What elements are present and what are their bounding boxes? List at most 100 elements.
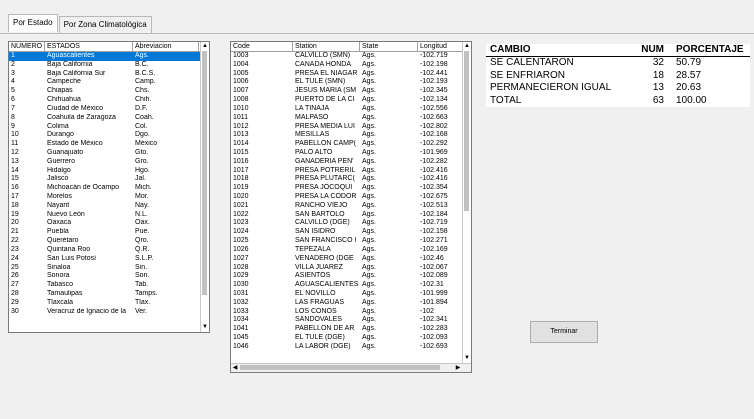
station-row[interactable]: 1018 PRESA PLUTARC(Ags. -102.416 bbox=[231, 175, 471, 184]
state-row[interactable]: 7 Ciudad de México D.F. bbox=[9, 105, 209, 114]
station-row[interactable]: 1046 LA LABOR (DGE) Ags. -102.693 bbox=[231, 343, 471, 352]
station-row[interactable]: 1003 CALVILLO (SMN) Ags. -102.719 bbox=[231, 52, 471, 61]
scroll-up-arrow-icon[interactable]: ▲ bbox=[201, 42, 209, 50]
state-row[interactable]: 17 Morelos Mor. bbox=[9, 193, 209, 202]
state-row[interactable]: 25 Sinaloa Sin. bbox=[9, 264, 209, 273]
state-row[interactable]: 14 Hidalgo Hgo. bbox=[9, 167, 209, 176]
state-row[interactable]: 26 Sonora Son. bbox=[9, 272, 209, 281]
station-row[interactable]: 1016 GANADERIA PEÑ' Ags. -102.282 bbox=[231, 158, 471, 167]
station-row[interactable]: 1025 SAN FRANCISCO I Ags. -102.271 bbox=[231, 237, 471, 246]
station-row[interactable]: 1010 LA TINAJA Ags. -102.556 bbox=[231, 105, 471, 114]
states-vertical-scrollbar[interactable]: ▲ ▼ bbox=[200, 42, 209, 332]
station-row[interactable]: 1028 VILLA JUAREZ Ags. -102.067 bbox=[231, 264, 471, 273]
scroll-down-arrow-icon[interactable]: ▼ bbox=[201, 323, 209, 331]
state-cell: Nuevo León bbox=[47, 210, 85, 218]
station-row[interactable]: 1022 SAN BARTOLO Ags. -102.184 bbox=[231, 211, 471, 220]
state-row[interactable]: 30 Veracruz de Ignacio de la Ver. bbox=[9, 308, 209, 317]
station-row[interactable]: 1041 PABELLON DE AR Ags. -102.283 bbox=[231, 325, 471, 334]
station-row[interactable]: 1026 TEPEZALA Ags. -102.169 bbox=[231, 246, 471, 255]
state-row[interactable]: 20 Oaxaca Oax. bbox=[9, 219, 209, 228]
station-row[interactable]: 1033 LOS CONOS Ags. -102 bbox=[231, 308, 471, 317]
state-row[interactable]: 4 Campeche Camp. bbox=[9, 78, 209, 87]
station-row[interactable]: 1031 EL NOVILLO Ags. -101.999 bbox=[231, 290, 471, 299]
scroll-down-arrow-icon[interactable]: ▼ bbox=[463, 354, 471, 362]
column-header-station[interactable]: Station bbox=[293, 42, 360, 51]
state-cell: México bbox=[135, 140, 158, 148]
tab-por-zona-climatologica[interactable]: Por Zona Climatológica bbox=[58, 16, 152, 33]
state-cell: 7 bbox=[11, 104, 15, 112]
state-row[interactable]: 18 Nayarit Nay. bbox=[9, 202, 209, 211]
state-row[interactable]: 16 Michoacán de Ocampo Mich. bbox=[9, 184, 209, 193]
station-row[interactable]: 1005 PRESA EL NIAGAR Ags. -102.441 bbox=[231, 70, 471, 79]
station-row[interactable]: 1011 MALPASO Ags. -102.663 bbox=[231, 114, 471, 123]
station-cell: LAS FRAGUAS bbox=[295, 298, 345, 306]
station-row[interactable]: 1004 CAÑADA HONDA Ags. -102.198 bbox=[231, 61, 471, 70]
state-row[interactable]: 22 Querétaro Qro. bbox=[9, 237, 209, 246]
state-row[interactable]: 24 San Luis Potosí S.L.P. bbox=[9, 255, 209, 264]
state-row[interactable]: 15 Jalisco Jal. bbox=[9, 175, 209, 184]
station-row[interactable]: 1017 PRESA POTRERIL Ags. -102.416 bbox=[231, 167, 471, 176]
state-row[interactable]: 6 Chihuahua Chih. bbox=[9, 96, 209, 105]
state-cell: Nay. bbox=[135, 201, 149, 209]
state-row[interactable]: 23 Quintana Roo Q.R. bbox=[9, 246, 209, 255]
state-row[interactable]: 10 Durango Dgo. bbox=[9, 131, 209, 140]
state-row[interactable]: 28 Tamaulipas Tamps. bbox=[9, 290, 209, 299]
station-row[interactable]: 1045 EL TULE (DGE) Ags. -102.093 bbox=[231, 334, 471, 343]
stations-vertical-scrollbar[interactable]: ▲ ▼ bbox=[462, 42, 471, 363]
station-cell: Ags. bbox=[362, 298, 377, 306]
column-header-estados[interactable]: ESTADOS bbox=[45, 42, 133, 51]
station-row[interactable]: 1030 AGUASCALIENTES Ags. -102.31 bbox=[231, 281, 471, 290]
summary-num: 18 bbox=[652, 69, 664, 81]
column-header-state[interactable]: State bbox=[360, 42, 418, 51]
station-row[interactable]: 1032 LAS FRAGUAS Ags. -101.894 bbox=[231, 299, 471, 308]
station-row[interactable]: 1034 SANDOVALES Ags. -102.341 bbox=[231, 316, 471, 325]
state-row[interactable]: 8 Coahuila de Zaragoza Coah. bbox=[9, 114, 209, 123]
station-cell: -102.31 bbox=[420, 281, 444, 289]
state-row[interactable]: 3 Baja California Sur B.C.S. bbox=[9, 70, 209, 79]
scrollbar-thumb[interactable] bbox=[202, 51, 207, 295]
station-row[interactable]: 1019 PRESA JOCOQUI Ags. -102.354 bbox=[231, 184, 471, 193]
station-row[interactable]: 1007 JESUS MARIA (SM Ags. -102.345 bbox=[231, 87, 471, 96]
stations-listbox[interactable]: Code Station State Longitud 1003 CALVILLO… bbox=[230, 41, 472, 373]
station-row[interactable]: 1006 EL TULE (SMN) Ags. -102.193 bbox=[231, 78, 471, 87]
scrollbar-thumb[interactable] bbox=[464, 51, 469, 211]
state-row[interactable]: 13 Guerrero Gro. bbox=[9, 158, 209, 167]
station-cell: RANCHO VIEJO bbox=[295, 201, 348, 209]
state-row[interactable]: 1 Aguascalientes Ags. bbox=[9, 52, 209, 61]
scrollbar-thumb[interactable] bbox=[240, 365, 440, 370]
state-row[interactable]: 12 Guanajuato Gto. bbox=[9, 149, 209, 158]
state-row[interactable]: 2 Baja California B.C. bbox=[9, 61, 209, 70]
station-row[interactable]: 1020 PRESA LA CODOR Ags. -102.675 bbox=[231, 193, 471, 202]
column-header-code[interactable]: Code bbox=[231, 42, 293, 51]
station-row[interactable]: 1029 ASIENTOS Ags. -102.089 bbox=[231, 272, 471, 281]
station-row[interactable]: 1024 SAN ISIDRO Ags. -102.158 bbox=[231, 228, 471, 237]
station-cell: -102 bbox=[420, 307, 435, 315]
station-row[interactable]: 1008 PUERTO DE LA CI Ags. -102.134 bbox=[231, 96, 471, 105]
state-row[interactable]: 19 Nuevo León N.L. bbox=[9, 211, 209, 220]
station-row[interactable]: 1023 CALVILLO (DGE) Ags. -102.719 bbox=[231, 219, 471, 228]
state-row[interactable]: 21 Puebla Pue. bbox=[9, 228, 209, 237]
station-cell: 1045 bbox=[233, 334, 249, 341]
station-row[interactable]: 1027 VENADERO (DGE Ags. -102.46 bbox=[231, 255, 471, 264]
tab-por-estado[interactable]: Por Estado bbox=[8, 14, 58, 32]
state-row[interactable]: 29 Tlaxcala Tlax. bbox=[9, 299, 209, 308]
state-row[interactable]: 9 Colima Col. bbox=[9, 123, 209, 132]
state-cell: Mich. bbox=[135, 184, 152, 192]
state-row[interactable]: 27 Tabasco Tab. bbox=[9, 281, 209, 290]
scroll-right-arrow-icon[interactable]: ▶ bbox=[454, 364, 462, 372]
station-row[interactable]: 1015 PALO ALTO Ags. -101.969 bbox=[231, 149, 471, 158]
column-header-longitud[interactable]: Longitud bbox=[418, 42, 463, 51]
scroll-left-arrow-icon[interactable]: ◀ bbox=[231, 364, 239, 372]
station-row[interactable]: 1012 PRESA MEDIA LUI Ags. -102.802 bbox=[231, 123, 471, 132]
state-row[interactable]: 11 Estado de México México bbox=[9, 140, 209, 149]
stations-horizontal-scrollbar[interactable]: ◀ ▶ bbox=[231, 363, 471, 372]
terminar-button[interactable]: Terminar bbox=[530, 321, 598, 343]
station-row[interactable]: 1021 RANCHO VIEJO Ags. -102.513 bbox=[231, 202, 471, 211]
state-row[interactable]: 5 Chiapas Chs. bbox=[9, 87, 209, 96]
station-row[interactable]: 1014 PABELLON CAMP(Ags. -102.292 bbox=[231, 140, 471, 149]
column-header-numero[interactable]: NÚMERO bbox=[9, 42, 45, 51]
states-listbox[interactable]: NÚMERO ESTADOS Abreviacion 1 Aguascalient… bbox=[8, 41, 210, 333]
column-header-abreviacion[interactable]: Abreviacion bbox=[133, 42, 199, 51]
scroll-up-arrow-icon[interactable]: ▲ bbox=[463, 42, 471, 50]
station-row[interactable]: 1013 MESILLAS Ags. -102.168 bbox=[231, 131, 471, 140]
